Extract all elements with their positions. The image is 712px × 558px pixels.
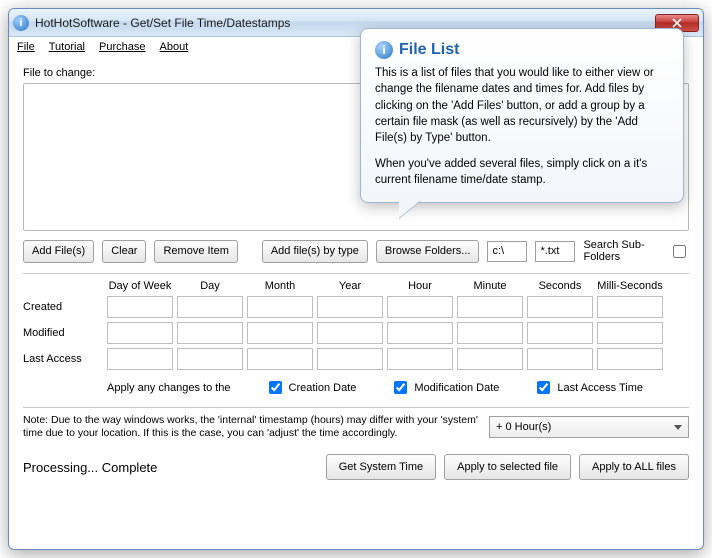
menu-file[interactable]: File — [17, 41, 35, 53]
created-ms[interactable] — [597, 296, 663, 318]
tooltip-callout: i File List This is a list of files that… — [360, 28, 684, 203]
browse-folders-button[interactable]: Browse Folders... — [376, 240, 480, 263]
tooltip-para1: This is a list of files that you would l… — [375, 65, 669, 145]
note-row: Note: Due to the way windows works, the … — [23, 414, 689, 440]
chevron-down-icon — [674, 425, 682, 430]
timestamp-grid: Day of Week Day Month Year Hour Minute S… — [23, 280, 689, 370]
lastaccess-label: Last Access Time — [557, 382, 643, 394]
file-buttons-row: Add File(s) Clear Remove Item Add file(s… — [23, 239, 689, 263]
modified-seconds[interactable] — [527, 322, 593, 344]
bottom-row: Processing... Complete Get System Time A… — [23, 454, 689, 480]
search-subfolders-checkbox[interactable] — [673, 245, 686, 258]
modified-year[interactable] — [317, 322, 383, 344]
modified-dow[interactable] — [107, 322, 173, 344]
menu-about[interactable]: About — [160, 41, 189, 53]
lastaccess-checkbox-wrap[interactable]: Last Access Time — [533, 378, 643, 397]
row-created-label: Created — [23, 301, 103, 313]
creation-date-checkbox-wrap[interactable]: Creation Date — [265, 378, 357, 397]
apply-row: Apply any changes to the Creation Date M… — [23, 378, 689, 397]
modified-month[interactable] — [247, 322, 313, 344]
note-text: Note: Due to the way windows works, the … — [23, 414, 479, 440]
menu-tutorial[interactable]: Tutorial — [49, 41, 85, 53]
apply-changes-label: Apply any changes to the — [107, 382, 231, 394]
col-day: Day — [177, 280, 243, 292]
get-system-time-button[interactable]: Get System Time — [326, 454, 436, 480]
add-by-type-button[interactable]: Add file(s) by type — [262, 240, 368, 263]
row-modified-label: Modified — [23, 327, 103, 339]
separator-1 — [23, 273, 689, 274]
mask-input[interactable] — [535, 241, 575, 262]
col-dow: Day of Week — [107, 280, 173, 292]
col-year: Year — [317, 280, 383, 292]
modification-date-label: Modification Date — [414, 382, 499, 394]
app-icon: i — [13, 15, 29, 31]
hour-offset-combo[interactable]: + 0 Hour(s) — [489, 416, 689, 438]
hour-offset-value: + 0 Hour(s) — [496, 421, 551, 433]
col-seconds: Seconds — [527, 280, 593, 292]
created-hour[interactable] — [387, 296, 453, 318]
creation-date-label: Creation Date — [289, 382, 357, 394]
tooltip-title-row: i File List — [375, 39, 669, 61]
col-ms: Milli-Seconds — [597, 280, 663, 292]
created-month[interactable] — [247, 296, 313, 318]
modification-date-checkbox-wrap[interactable]: Modification Date — [390, 378, 499, 397]
tooltip-para2: When you've added several files, simply … — [375, 156, 669, 188]
row-lastaccess-label: Last Access — [23, 353, 103, 365]
modified-day[interactable] — [177, 322, 243, 344]
created-seconds[interactable] — [527, 296, 593, 318]
col-minute: Minute — [457, 280, 523, 292]
tooltip-title: File List — [399, 39, 459, 61]
created-dow[interactable] — [107, 296, 173, 318]
lastaccess-minute[interactable] — [457, 348, 523, 370]
created-minute[interactable] — [457, 296, 523, 318]
modified-hour[interactable] — [387, 322, 453, 344]
remove-item-button[interactable]: Remove Item — [154, 240, 237, 263]
lastaccess-seconds[interactable] — [527, 348, 593, 370]
search-subfolders-label: Search Sub-Folders — [583, 239, 661, 263]
col-hour: Hour — [387, 280, 453, 292]
lastaccess-year[interactable] — [317, 348, 383, 370]
modified-ms[interactable] — [597, 322, 663, 344]
created-day[interactable] — [177, 296, 243, 318]
apply-all-button[interactable]: Apply to ALL files — [579, 454, 689, 480]
clear-button[interactable]: Clear — [102, 240, 146, 263]
tooltip-tail — [399, 200, 421, 218]
lastaccess-day[interactable] — [177, 348, 243, 370]
created-year[interactable] — [317, 296, 383, 318]
lastaccess-checkbox[interactable] — [537, 381, 550, 394]
separator-2 — [23, 407, 689, 408]
add-files-button[interactable]: Add File(s) — [23, 240, 94, 263]
col-month: Month — [247, 280, 313, 292]
modification-date-checkbox[interactable] — [394, 381, 407, 394]
lastaccess-ms[interactable] — [597, 348, 663, 370]
close-icon — [672, 18, 682, 28]
lastaccess-dow[interactable] — [107, 348, 173, 370]
lastaccess-hour[interactable] — [387, 348, 453, 370]
path-input[interactable] — [487, 241, 527, 262]
creation-date-checkbox[interactable] — [269, 381, 282, 394]
apply-selected-button[interactable]: Apply to selected file — [444, 454, 571, 480]
status-text: Processing... Complete — [23, 460, 318, 475]
menu-purchase[interactable]: Purchase — [99, 41, 145, 53]
lastaccess-month[interactable] — [247, 348, 313, 370]
modified-minute[interactable] — [457, 322, 523, 344]
info-icon: i — [375, 41, 393, 59]
